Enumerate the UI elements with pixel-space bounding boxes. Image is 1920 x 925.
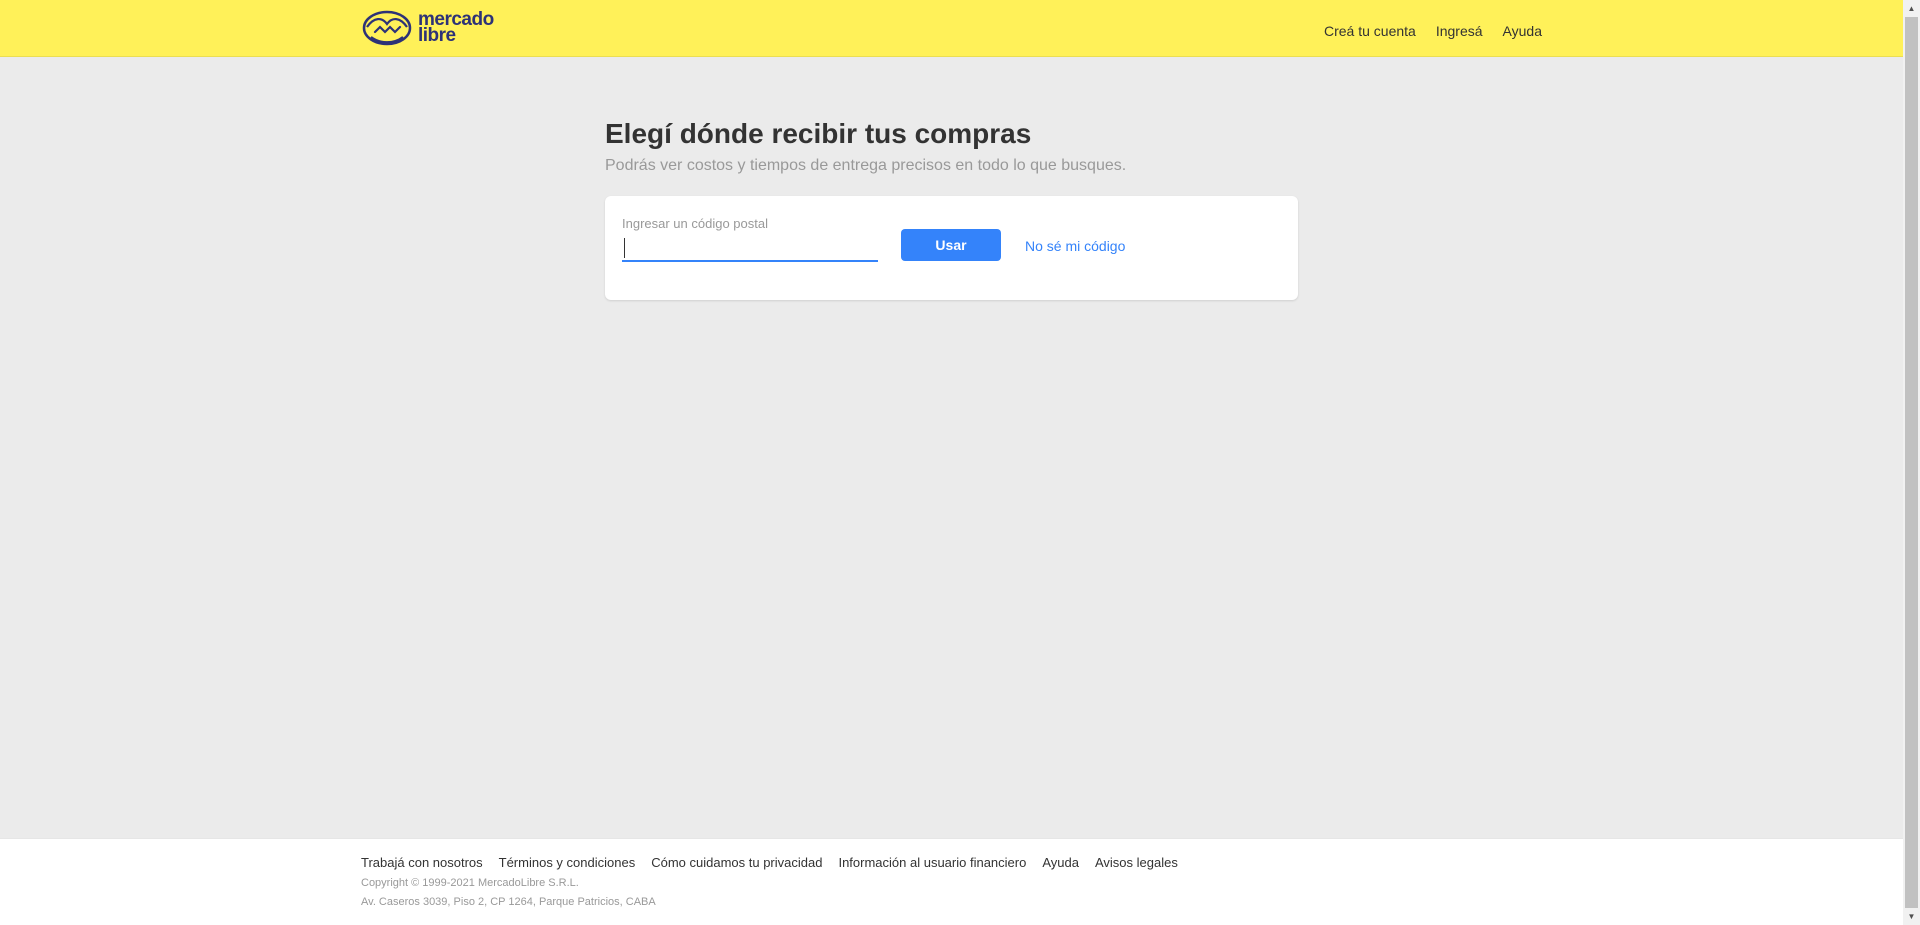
postal-code-label: Ingresar un código postal [622,216,768,231]
footer-link-help[interactable]: Ayuda [1042,855,1079,870]
scroll-up-icon[interactable]: ▲ [1903,0,1920,17]
use-postal-code-button[interactable]: Usar [901,229,1001,261]
postal-code-section: Elegí dónde recibir tus compras Podrás v… [605,116,1298,300]
text-caret [624,238,625,258]
site-footer: Trabajá con nosotros Términos y condicio… [0,838,1903,925]
login-link[interactable]: Ingresá [1436,23,1483,39]
footer-links: Trabajá con nosotros Términos y condicio… [361,855,1178,870]
create-account-link[interactable]: Creá tu cuenta [1324,23,1416,39]
copyright-text: Copyright © 1999-2021 MercadoLibre S.R.L… [361,877,579,889]
dont-know-code-link[interactable]: No sé mi código [1025,238,1125,254]
scroll-down-icon[interactable]: ▼ [1903,908,1920,925]
footer-link-financial-info[interactable]: Información al usuario financiero [838,855,1026,870]
page-subtitle: Podrás ver costos y tiempos de entrega p… [605,157,1127,174]
site-header: mercado libre Creá tu cuenta Ingresá Ayu… [0,0,1903,57]
handshake-logo-icon [362,10,412,46]
postal-code-card: Ingresar un código postal Usar No sé mi … [605,196,1298,300]
footer-link-terms[interactable]: Términos y condiciones [499,855,636,870]
header-help-link[interactable]: Ayuda [1503,23,1542,39]
postal-code-input[interactable] [622,234,878,262]
footer-link-legal[interactable]: Avisos legales [1095,855,1178,870]
logo-text-line2: libre [418,25,456,46]
header-nav: Creá tu cuenta Ingresá Ayuda [1324,23,1542,39]
company-address: Av. Caseros 3039, Piso 2, CP 1264, Parqu… [361,896,656,908]
footer-link-careers[interactable]: Trabajá con nosotros [361,855,483,870]
vertical-scrollbar[interactable]: ▲ ▼ [1903,0,1920,925]
scrollbar-thumb[interactable] [1905,17,1918,908]
mercado-libre-logo[interactable]: mercado libre [362,9,494,47]
page-title: Elegí dónde recibir tus compras [605,118,1032,149]
page: mercado libre Creá tu cuenta Ingresá Ayu… [0,0,1903,925]
footer-link-privacy[interactable]: Cómo cuidamos tu privacidad [651,855,822,870]
logo-text: mercado libre [418,10,494,46]
